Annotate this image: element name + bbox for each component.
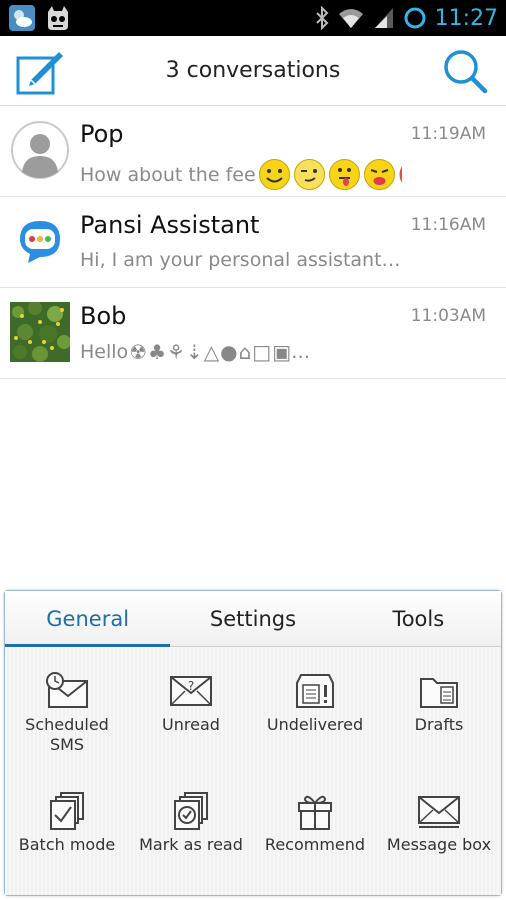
menu-label: Unread bbox=[162, 715, 220, 734]
menu-label: Scheduled SMS bbox=[25, 715, 109, 754]
message-snippet: Hi, I am your personal assistant… bbox=[80, 249, 402, 271]
app-header: 3 conversations bbox=[0, 36, 506, 106]
message-time: 11:16AM bbox=[410, 215, 486, 235]
house-emoji-icon: ⌂ bbox=[238, 340, 252, 364]
drafts-icon bbox=[420, 678, 458, 708]
conversation-item[interactable]: Pansi Assistant 11:16AM Hi, I am your pe… bbox=[0, 197, 506, 288]
snippet-ellipsis: … bbox=[291, 341, 311, 363]
angry-emoji-icon bbox=[399, 165, 402, 184]
default-contact-avatar-icon bbox=[11, 121, 69, 179]
contact-avatar[interactable] bbox=[10, 211, 70, 271]
palm-tree-emoji-icon: ⚘ bbox=[167, 340, 185, 364]
svg-text:?: ? bbox=[188, 679, 194, 693]
battery-circle-icon bbox=[404, 7, 426, 29]
contact-avatar[interactable] bbox=[10, 302, 70, 362]
message-box-icon bbox=[418, 796, 460, 828]
apple-emoji-icon: ● bbox=[220, 340, 238, 364]
scheduled-sms-button[interactable]: Scheduled SMS bbox=[5, 649, 129, 769]
message-snippet: Hello ☢ ♣ ⚘ ⇣ △ ● ⌂ □ ▣ … bbox=[80, 340, 402, 364]
signal-icon bbox=[374, 8, 393, 28]
menu-label: Batch mode bbox=[18, 835, 116, 854]
screen: 11:27 3 conversations Pop 11:19AM How ab… bbox=[0, 0, 506, 900]
tongue-emoji-icon bbox=[328, 159, 360, 190]
emoji-row bbox=[258, 158, 402, 191]
wink-emoji-icon bbox=[293, 159, 325, 190]
menu-label: Drafts bbox=[414, 715, 464, 734]
android-emoji-icon: ☢ bbox=[129, 340, 148, 364]
smile-emoji-icon bbox=[258, 159, 290, 190]
scheduled-sms-icon bbox=[46, 672, 88, 708]
message-time: 11:03AM bbox=[410, 306, 486, 326]
message-time: 11:19AM bbox=[410, 124, 486, 144]
undelivered-icon bbox=[296, 674, 334, 708]
mark-as-read-icon bbox=[174, 792, 208, 830]
tab-settings[interactable]: Settings bbox=[170, 591, 335, 646]
menu-label: Recommend bbox=[264, 835, 366, 854]
tree-emoji-icon: △ bbox=[203, 340, 220, 364]
snippet-text: Hi, I am your personal assistant… bbox=[80, 249, 401, 271]
tab-tools[interactable]: Tools bbox=[336, 591, 501, 646]
wifi-icon bbox=[338, 9, 363, 28]
inbox-tray-emoji-icon: ⇣ bbox=[185, 340, 203, 364]
snippet-text: Hello bbox=[80, 341, 129, 363]
menu-tabs: General Settings Tools bbox=[5, 591, 501, 647]
unread-button[interactable]: ? Unread bbox=[129, 649, 253, 769]
tab-general[interactable]: General bbox=[5, 591, 171, 647]
options-menu-panel: General Settings Tools Scheduled SMS ? U… bbox=[4, 590, 502, 896]
kiss-emoji-icon bbox=[363, 159, 395, 190]
snippet-text: How about the fee bbox=[80, 163, 256, 186]
undelivered-button[interactable]: Undelivered bbox=[253, 649, 377, 769]
contact-avatar[interactable] bbox=[10, 120, 70, 180]
compose-button[interactable] bbox=[14, 46, 66, 98]
clock-time: 11:27 bbox=[434, 5, 498, 31]
conversation-item[interactable]: Pop 11:19AM How about the fee bbox=[0, 106, 506, 197]
recommend-button[interactable]: Recommend bbox=[253, 769, 377, 889]
menu-label: Mark as read bbox=[139, 835, 243, 854]
drafts-button[interactable]: Drafts bbox=[377, 649, 501, 769]
pansi-assistant-logo-icon bbox=[20, 221, 60, 263]
batch-mode-icon bbox=[50, 792, 84, 830]
contact-name: Pop bbox=[80, 120, 124, 148]
menu-label: Undelivered bbox=[266, 715, 364, 734]
conversation-item[interactable]: Bob 11:03AM Hello ☢ ♣ ⚘ ⇣ △ ● ⌂ □ ▣ … bbox=[0, 288, 506, 379]
menu-label: Message box bbox=[386, 835, 492, 854]
search-button[interactable] bbox=[440, 46, 490, 96]
bluetooth-icon bbox=[315, 6, 329, 30]
bob-photo-icon bbox=[10, 302, 70, 362]
unread-icon: ? bbox=[170, 676, 212, 706]
compose-icon bbox=[16, 52, 63, 95]
menu-grid: Scheduled SMS ? Unread Undelivered Draft… bbox=[5, 649, 501, 895]
ab-button-emoji-icon: ▣ bbox=[272, 340, 292, 364]
clover-emoji-icon: ♣ bbox=[148, 340, 167, 364]
bus-emoji-icon: □ bbox=[252, 340, 272, 364]
weather-notification-icon bbox=[9, 5, 35, 31]
search-icon bbox=[444, 50, 488, 94]
batch-mode-button[interactable]: Batch mode bbox=[5, 769, 129, 889]
page-title: 3 conversations bbox=[165, 58, 341, 83]
cyanogen-mascot-icon bbox=[48, 6, 68, 30]
contact-name: Bob bbox=[80, 302, 127, 330]
contact-name: Pansi Assistant bbox=[80, 211, 260, 239]
mark-as-read-button[interactable]: Mark as read bbox=[129, 769, 253, 889]
message-snippet: How about the fee bbox=[80, 158, 402, 191]
message-box-button[interactable]: Message box bbox=[377, 769, 501, 889]
recommend-icon bbox=[298, 795, 332, 830]
conversation-list: Pop 11:19AM How about the fee Pansi Assi… bbox=[0, 106, 506, 379]
status-bar: 11:27 bbox=[0, 0, 506, 36]
